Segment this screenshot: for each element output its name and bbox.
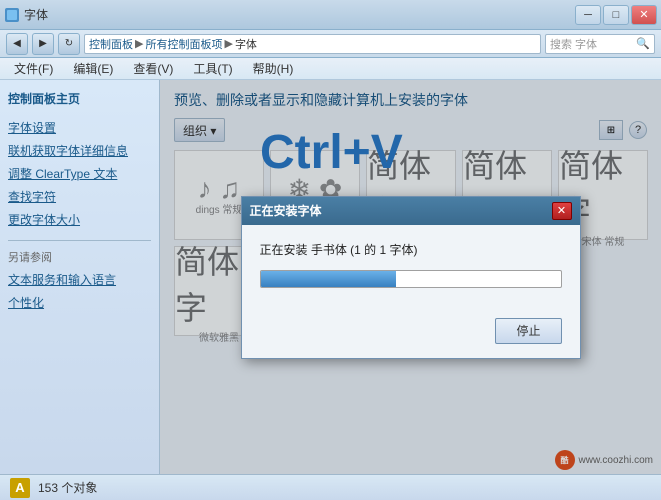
breadcrumb: 控制面板 ▶ 所有控制面板项 ▶ 字体 (84, 34, 541, 54)
progress-bar-fill (261, 271, 396, 287)
main-container: 控制面板主页 字体设置 联机获取字体详细信息 调整 ClearType 文本 查… (0, 80, 661, 474)
sidebar-title: 控制面板主页 (8, 90, 151, 111)
dialog-body: 正在安装 手书体 (1 的 1 字体) (242, 225, 580, 318)
dialog-titlebar: 正在安装字体 ✕ (242, 197, 580, 225)
statusbar: A 153 个对象 (0, 474, 661, 500)
dialog-overlay: 正在安装字体 ✕ 正在安装 手书体 (1 的 1 字体) 停止 (160, 80, 661, 474)
menu-view[interactable]: 查看(V) (127, 58, 179, 79)
dialog-message: 正在安装 手书体 (1 的 1 字体) (260, 241, 562, 258)
sidebar-section: 另请参阅 文本服务和输入语言 个性化 (8, 240, 151, 311)
sidebar-link-change-size[interactable]: 更改字体大小 (8, 211, 151, 228)
status-icon-label: A (15, 480, 24, 495)
refresh-button[interactable]: ↻ (58, 33, 80, 55)
content-area: 预览、删除或者显示和隐藏计算机上安装的字体 组织 ▾ ⊞ ? ♪ ♫ dings… (160, 80, 661, 474)
menu-help[interactable]: 帮助(H) (247, 58, 300, 79)
breadcrumb-item-3: 字体 (235, 36, 257, 52)
dialog-title: 正在安装字体 (250, 202, 322, 219)
breadcrumb-item-2[interactable]: 所有控制面板项 (145, 36, 222, 52)
status-count: 153 个对象 (38, 479, 97, 496)
stop-button[interactable]: 停止 (495, 318, 561, 344)
titlebar: 字体 ─ □ ✕ (0, 0, 661, 30)
titlebar-controls: ─ □ ✕ (575, 5, 657, 25)
sidebar-link-online-font[interactable]: 联机获取字体详细信息 (8, 142, 151, 159)
titlebar-left: 字体 (4, 6, 48, 23)
sidebar-link-font-settings[interactable]: 字体设置 (8, 119, 151, 136)
breadcrumb-item-1[interactable]: 控制面板 (89, 36, 133, 52)
install-dialog: 正在安装字体 ✕ 正在安装 手书体 (1 的 1 字体) 停止 (241, 196, 581, 359)
dialog-footer: 停止 (242, 318, 580, 358)
search-icon: 🔍 (636, 37, 650, 50)
breadcrumb-sep-2: ▶ (224, 37, 232, 50)
sidebar-link-find-char[interactable]: 查找字符 (8, 188, 151, 205)
back-button[interactable]: ◀ (6, 33, 28, 55)
sidebar-section-title: 另请参阅 (8, 249, 151, 265)
search-bar[interactable]: 搜索 字体 🔍 (545, 34, 655, 54)
window-title: 字体 (24, 6, 48, 23)
addressbar: ◀ ▶ ↻ 控制面板 ▶ 所有控制面板项 ▶ 字体 搜索 字体 🔍 (0, 30, 661, 58)
search-placeholder: 搜索 字体 (550, 36, 597, 52)
sidebar-link-text-services[interactable]: 文本服务和输入语言 (8, 271, 151, 288)
minimize-button[interactable]: ─ (575, 5, 601, 25)
sidebar-link-personalize[interactable]: 个性化 (8, 294, 151, 311)
menu-edit[interactable]: 编辑(E) (67, 58, 119, 79)
breadcrumb-sep-1: ▶ (135, 37, 143, 50)
forward-button[interactable]: ▶ (32, 33, 54, 55)
menubar: 文件(F) 编辑(E) 查看(V) 工具(T) 帮助(H) (0, 58, 661, 80)
progress-bar-container (260, 270, 562, 288)
dialog-close-button[interactable]: ✕ (552, 202, 572, 220)
window-icon (4, 7, 20, 23)
maximize-button[interactable]: □ (603, 5, 629, 25)
menu-file[interactable]: 文件(F) (8, 58, 59, 79)
close-button[interactable]: ✕ (631, 5, 657, 25)
sidebar: 控制面板主页 字体设置 联机获取字体详细信息 调整 ClearType 文本 查… (0, 80, 160, 474)
status-font-icon: A (10, 478, 30, 498)
menu-tools[interactable]: 工具(T) (187, 58, 238, 79)
sidebar-link-cleartype[interactable]: 调整 ClearType 文本 (8, 165, 151, 182)
